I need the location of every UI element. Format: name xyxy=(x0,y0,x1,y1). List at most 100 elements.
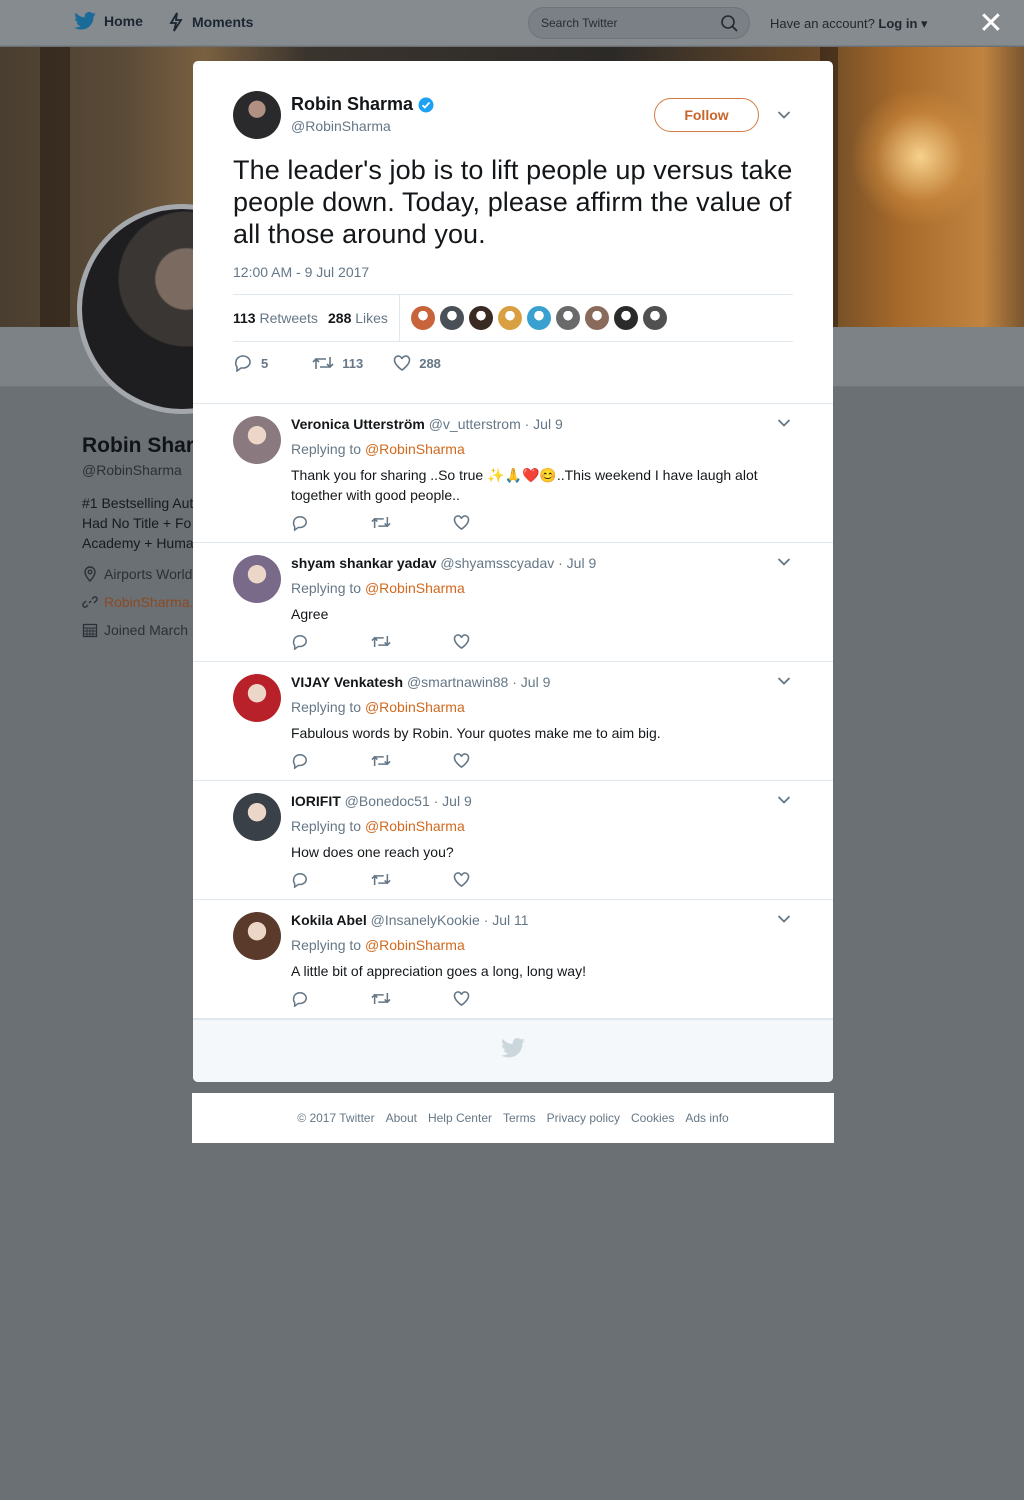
profile-website-text[interactable]: RobinSharma. xyxy=(104,594,194,610)
retweet-action[interactable] xyxy=(371,515,391,536)
footer-link-cookies[interactable]: Cookies xyxy=(631,1111,674,1125)
chevron-down-icon[interactable] xyxy=(777,110,791,120)
author-name[interactable]: Robin Sharma xyxy=(291,94,413,115)
login-link[interactable]: Log in xyxy=(878,16,917,31)
like-action[interactable] xyxy=(453,634,470,655)
author-handle[interactable]: @RobinSharma xyxy=(291,118,391,134)
replying-to-link[interactable]: @RobinSharma xyxy=(365,818,465,834)
reply-author-handle[interactable]: @v_utterstrom xyxy=(429,416,521,432)
search-icon[interactable] xyxy=(721,15,738,32)
reply-author-handle[interactable]: @Bonedoc51 xyxy=(345,793,430,809)
likes-stat[interactable]: 288 Likes xyxy=(328,310,388,326)
liker-avatar[interactable] xyxy=(643,306,667,330)
replying-to-prefix: Replying to xyxy=(291,441,362,457)
author-avatar[interactable] xyxy=(233,91,281,139)
reply-action[interactable]: 5 xyxy=(233,354,268,372)
footer-link-help-center[interactable]: Help Center xyxy=(428,1111,492,1125)
reply-text: Fabulous words by Robin. Your quotes mak… xyxy=(291,725,661,741)
replying-to-link[interactable]: @RobinSharma xyxy=(365,580,465,596)
reply-tweet[interactable]: IORIFIT @Bonedoc51 · Jul 9 Replying to @R… xyxy=(193,781,833,900)
liker-avatar[interactable] xyxy=(585,306,609,330)
reply-avatar[interactable] xyxy=(233,674,281,722)
reply-author-name[interactable]: shyam shankar yadav xyxy=(291,555,437,571)
reply-avatar[interactable] xyxy=(233,912,281,960)
nav-moments[interactable]: Moments xyxy=(168,12,253,32)
reply-tweet[interactable]: VIJAY Venkatesh @smartnawin88 · Jul 9 Rep… xyxy=(193,662,833,781)
nav-home[interactable]: Home xyxy=(74,12,143,30)
reply-author-name[interactable]: VIJAY Venkatesh xyxy=(291,674,403,690)
reply-icon xyxy=(292,873,307,889)
link-icon xyxy=(82,596,98,608)
profile-bio: #1 Bestselling Aut Had No Title + Fo Aca… xyxy=(82,493,194,553)
retweet-action[interactable] xyxy=(371,753,391,774)
reply-icon xyxy=(292,992,307,1008)
nav-moments-label: Moments xyxy=(192,14,254,30)
follow-button[interactable]: Follow xyxy=(654,98,759,132)
liker-avatar[interactable] xyxy=(469,306,493,330)
liker-avatar[interactable] xyxy=(440,306,464,330)
reply-avatar[interactable] xyxy=(233,555,281,603)
like-action[interactable] xyxy=(453,753,470,774)
footer-link-about[interactable]: About xyxy=(386,1111,417,1125)
replying-to-link[interactable]: @RobinSharma xyxy=(365,699,465,715)
liker-avatar[interactable] xyxy=(411,306,435,330)
like-action[interactable] xyxy=(453,991,470,1012)
top-navigation-bar: Home Moments Have an account? Log in ▾ xyxy=(0,0,1024,46)
chevron-down-icon[interactable] xyxy=(777,418,791,428)
reply-tweet[interactable]: Veronica Utterström @v_utterstrom · Jul … xyxy=(193,404,833,543)
reply-author-handle[interactable]: @InsanelyKookie xyxy=(371,912,480,928)
reply-header: IORIFIT @Bonedoc51 · Jul 9 xyxy=(291,793,472,809)
reply-action[interactable] xyxy=(291,872,309,893)
reply-action[interactable] xyxy=(291,753,309,774)
reply-tweet[interactable]: shyam shankar yadav @shyamsscyadav · Jul… xyxy=(193,543,833,662)
profile-bio-line: #1 Bestselling Aut xyxy=(82,495,194,511)
chevron-down-icon[interactable] xyxy=(777,676,791,686)
like-action[interactable] xyxy=(453,515,470,536)
reply-date[interactable]: · Jul 9 xyxy=(558,555,596,571)
chevron-down-icon[interactable] xyxy=(777,795,791,805)
liker-avatar[interactable] xyxy=(614,306,638,330)
reply-date[interactable]: · Jul 9 xyxy=(512,674,550,690)
profile-handle: @RobinSharma xyxy=(82,462,182,478)
liker-avatar[interactable] xyxy=(498,306,522,330)
reply-author-handle[interactable]: @shyamsscyadav xyxy=(440,555,554,571)
footer-link-ads-info[interactable]: Ads info xyxy=(685,1111,728,1125)
reply-avatar[interactable] xyxy=(233,416,281,464)
chevron-down-icon[interactable] xyxy=(777,557,791,567)
retweet-action[interactable] xyxy=(371,634,391,655)
replying-to-link[interactable]: @RobinSharma xyxy=(365,937,465,953)
reply-author-name[interactable]: Veronica Utterström xyxy=(291,416,425,432)
retweet-action[interactable] xyxy=(371,872,391,893)
reply-date[interactable]: · Jul 11 xyxy=(484,912,529,928)
reply-author-name[interactable]: IORIFIT xyxy=(291,793,341,809)
search-input[interactable] xyxy=(541,8,711,38)
reply-date[interactable]: · Jul 9 xyxy=(525,416,563,432)
chevron-down-icon[interactable] xyxy=(777,914,791,924)
liker-avatar[interactable] xyxy=(527,306,551,330)
reply-icon xyxy=(234,355,251,372)
reply-avatar[interactable] xyxy=(233,793,281,841)
tweet-timestamp[interactable]: 12:00 AM - 9 Jul 2017 xyxy=(233,264,369,280)
retweet-action[interactable] xyxy=(371,991,391,1012)
profile-website[interactable]: RobinSharma. xyxy=(82,594,194,610)
footer-link-terms[interactable]: Terms xyxy=(503,1111,536,1125)
liker-avatar[interactable] xyxy=(556,306,580,330)
like-action[interactable]: 288 xyxy=(393,354,441,372)
footer-link-privacy[interactable]: Privacy policy xyxy=(547,1111,620,1125)
reply-action[interactable] xyxy=(291,515,309,536)
reply-action[interactable] xyxy=(291,991,309,1012)
like-action[interactable] xyxy=(453,872,470,893)
reply-actions xyxy=(291,872,470,893)
reply-author-handle[interactable]: @smartnawin88 xyxy=(407,674,508,690)
likes-label: Likes xyxy=(355,310,388,326)
reply-author-name[interactable]: Kokila Abel xyxy=(291,912,367,928)
reply-tweet[interactable]: Kokila Abel @InsanelyKookie · Jul 11 Repl… xyxy=(193,900,833,1019)
reply-action[interactable] xyxy=(291,634,309,655)
reply-date[interactable]: · Jul 9 xyxy=(434,793,472,809)
retweet-action[interactable]: 113 xyxy=(312,354,363,372)
replying-to-link[interactable]: @RobinSharma xyxy=(365,441,465,457)
author-name-row[interactable]: Robin Sharma xyxy=(291,94,434,115)
retweets-stat[interactable]: 113 Retweets xyxy=(233,310,318,326)
close-modal-button[interactable]: ✕ xyxy=(976,9,1006,39)
reply-count: 5 xyxy=(261,355,269,371)
